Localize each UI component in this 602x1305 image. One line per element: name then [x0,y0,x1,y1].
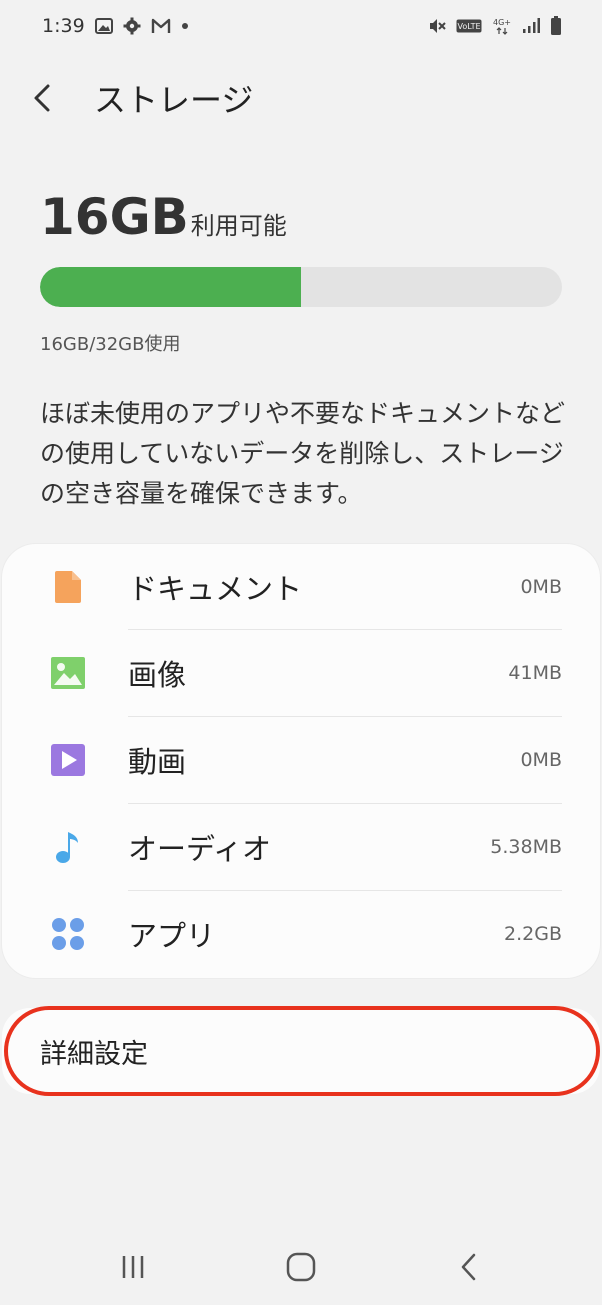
video-icon [48,740,88,780]
category-size: 41MB [508,662,562,684]
recent-apps-button[interactable] [98,1242,168,1292]
advanced-settings-button[interactable]: 詳細設定 [2,1008,600,1094]
category-row-audio[interactable]: オーディオ 5.38MB [2,804,600,890]
status-bar-right: VoLTE 4G+ [428,16,562,36]
gmail-icon [151,18,171,34]
recent-apps-icon [122,1256,144,1278]
category-label: 動画 [128,745,187,779]
nav-back-button[interactable] [434,1242,504,1292]
home-icon [286,1252,316,1282]
battery-icon [550,16,562,36]
chevron-left-icon [34,84,50,112]
storage-description: ほぼ未使用のアプリや不要なドキュメントなどの使用していないデータを削除し、ストレ… [40,399,566,508]
category-size: 0MB [520,749,562,771]
home-button[interactable] [266,1242,336,1292]
image-icon [94,18,113,34]
storage-used-text: 16GB/32GB使用 [40,334,181,355]
category-label: ドキュメント [128,572,303,606]
back-icon [461,1253,476,1281]
network-label: 4G+ [493,18,511,27]
status-bar-left: 1:39 [42,15,189,37]
category-row-documents[interactable]: ドキュメント 0MB [2,544,600,630]
volte-icon: VoLTE [456,19,482,33]
available-label: 利用可能 [190,212,287,240]
category-row-apps[interactable]: アプリ 2.2GB [2,891,600,977]
category-label: アプリ [128,919,216,953]
advanced-settings-label: 詳細設定 [40,1038,148,1070]
app-header: ストレージ [0,68,602,128]
back-button[interactable] [30,68,100,128]
volte-label: VoLTE [457,22,480,31]
page-title: ストレージ [94,81,254,119]
4g-icon: 4G+ [492,17,512,35]
apps-icon [48,914,88,954]
gear-icon [123,17,141,35]
document-icon [48,567,88,607]
category-size: 0MB [520,576,562,598]
available-value: 16GB [40,188,189,246]
storage-screen: 1:39 VoLTE 4G+ ストレージ 16GB 利用可能 16GB/32GB… [0,0,602,1305]
image-icon [48,653,88,693]
storage-usage-fill [40,267,301,307]
mute-icon [428,17,446,35]
category-row-videos[interactable]: 動画 0MB [2,717,600,803]
signal-icon [522,18,540,34]
category-label: オーディオ [128,832,271,866]
status-bar: 1:39 VoLTE 4G+ [0,0,602,52]
category-size: 5.38MB [490,836,562,858]
category-size: 2.2GB [504,923,562,945]
category-row-images[interactable]: 画像 41MB [2,630,600,716]
status-time: 1:39 [42,15,85,37]
storage-categories-card: ドキュメント 0MB 画像 41MB 動画 0MB オーディオ 5.38MB ア… [2,544,600,978]
dot-icon [181,22,189,30]
navigation-bar [0,1232,602,1302]
storage-available: 16GB 利用可能 [40,188,287,246]
music-note-icon [48,827,88,867]
category-label: 画像 [128,658,187,692]
storage-usage-bar [40,267,562,307]
